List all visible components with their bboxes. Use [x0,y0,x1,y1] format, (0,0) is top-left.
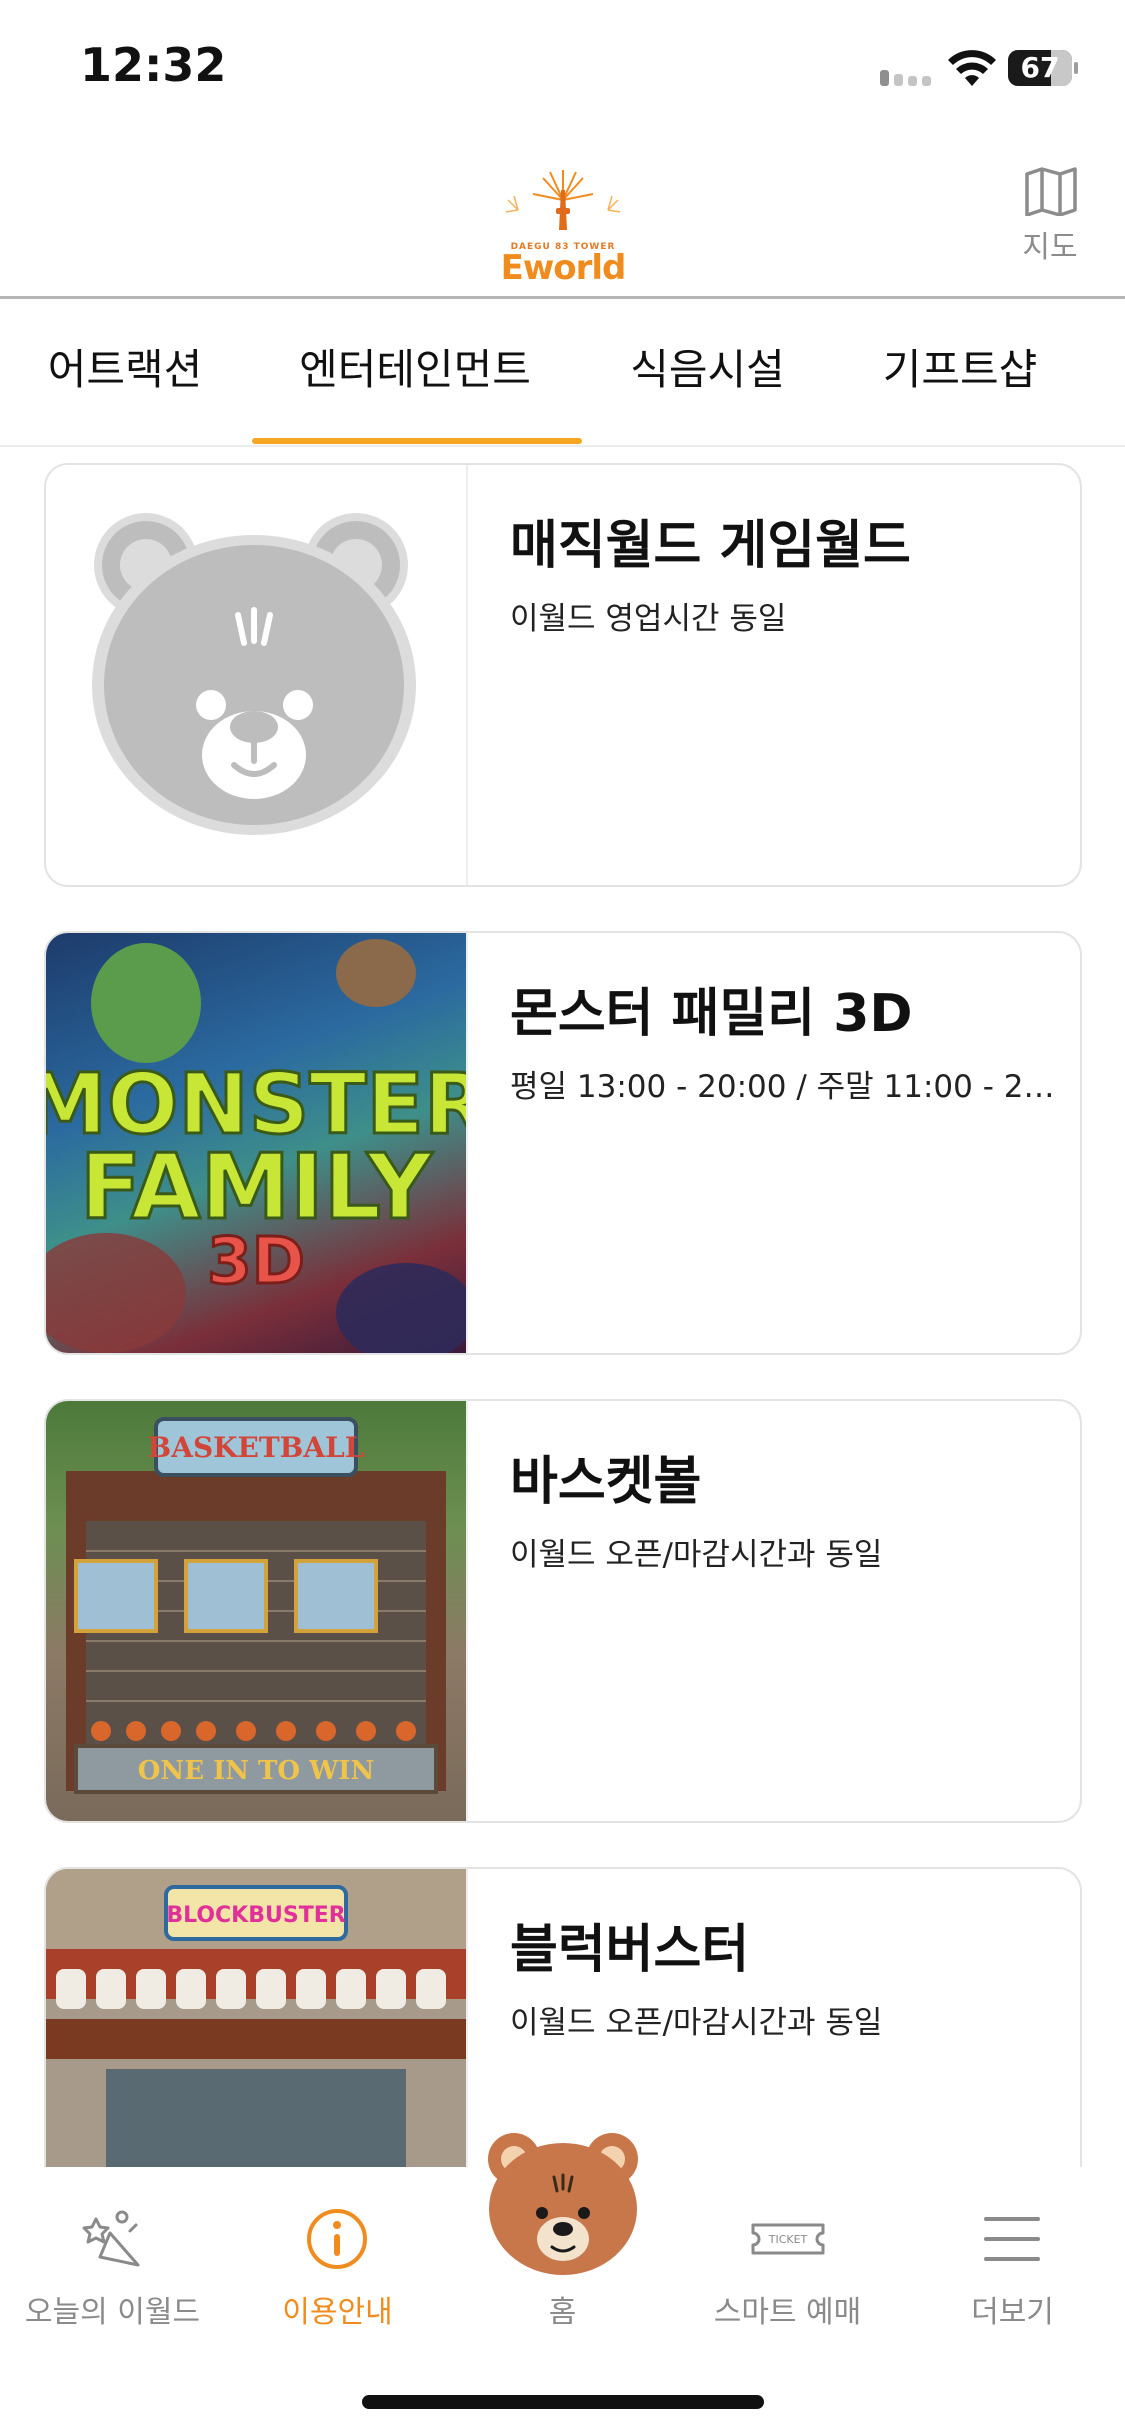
nav-today-eworld[interactable]: 오늘의 이월드 [0,2187,225,2337]
home-indicator[interactable] [362,2395,764,2409]
item-title: 바스켓볼 [510,1452,702,1512]
item-title: 블럭버스터 [510,1920,750,1980]
map-button[interactable]: 지도 [1010,166,1090,266]
item-title: 매직월드 게임월드 [510,516,911,576]
booth-banner: ONE IN TO WIN [138,1756,374,1786]
nav-guide[interactable]: 이용안내 [225,2187,450,2337]
nav-label: 더보기 [971,2295,1054,2330]
entertainment-list[interactable]: 매직월드 게임월드 이월드 영업시간 동일 MONSTER FAMILY 3D … [0,447,1125,2167]
cellular-signal-icon [880,68,934,86]
booth-sign: BLOCKBUSTER [166,1903,345,1928]
list-item-card[interactable]: BASKETBALL ONE IN TO WIN 바스켓볼 이월드 오픈/마감시… [44,1399,1082,1823]
booth-sign: BASKETBALL [148,1431,365,1464]
list-item-card[interactable]: MONSTER FAMILY 3D 몬스터 패밀리 3D 평일 13:00 - … [44,931,1082,1355]
nav-label: 스마트 예매 [713,2295,862,2330]
item-hours: 이월드 오픈/마감시간과 동일 [510,1537,883,1573]
map-icon [1025,167,1077,216]
info-icon [307,2209,367,2269]
category-tabs: 어트랙션 엔터테인먼트 식음시설 기프트샵 [0,300,1125,445]
wifi-icon [948,50,996,86]
poster-title-3d: 3D [207,1225,305,1299]
logo-text: Eworld [500,248,627,288]
bear-placeholder-image [46,465,466,885]
nav-home[interactable]: 홈 [450,2133,675,2337]
ticket-icon: TICKET [751,2223,825,2255]
ticket-icon-text: TICKET [768,2233,808,2246]
tab-food[interactable]: 식음시설 [600,300,815,445]
bear-home-icon [488,2133,638,2275]
basketball-booth-image: BASKETBALL ONE IN TO WIN [46,1401,466,1821]
blockbuster-booth-image: BLOCKBUSTER [46,1869,466,2167]
confetti-icon [82,2210,140,2267]
item-title: 몬스터 패밀리 3D [510,984,913,1044]
list-item-card[interactable]: BLOCKBUSTER 블럭버스터 이월드 오픈/마감시간과 동일 [44,1867,1082,2167]
map-label: 지도 [1022,230,1078,265]
item-hours: 이월드 영업시간 동일 [510,601,787,637]
nav-smart-booking[interactable]: TICKET 스마트 예매 [675,2187,900,2337]
app-header: DAEGU 83 TOWER Eworld 지도 [0,140,1125,300]
header-divider [0,296,1125,299]
battery-icon: 67 [1008,50,1078,86]
tab-entertainment[interactable]: 엔터테인먼트 [250,300,580,445]
status-time: 12:32 [80,38,227,92]
active-tab-indicator [252,438,582,444]
menu-icon [984,2217,1040,2261]
battery-level: 67 [1020,51,1060,84]
monster-family-poster-image: MONSTER FAMILY 3D [46,933,466,1353]
list-item-card[interactable]: 매직월드 게임월드 이월드 영업시간 동일 [44,463,1082,887]
status-bar: 12:32 67 [0,0,1125,140]
item-hours: 이월드 오픈/마감시간과 동일 [510,2005,883,2041]
nav-label: 이용안내 [282,2295,393,2330]
fireworks-tower-logo-icon [505,170,621,230]
nav-label: 홈 [548,2295,577,2330]
eworld-logo[interactable]: DAEGU 83 TOWER Eworld [488,160,638,288]
nav-more[interactable]: 더보기 [900,2187,1125,2337]
item-hours: 평일 13:00 - 20:00 / 주말 11:00 - 20:00 [510,1069,1070,1105]
nav-label: 오늘의 이월드 [24,2295,201,2330]
tab-attractions[interactable]: 어트랙션 [20,300,230,445]
tab-gift-shop[interactable]: 기프트샵 [850,300,1070,445]
